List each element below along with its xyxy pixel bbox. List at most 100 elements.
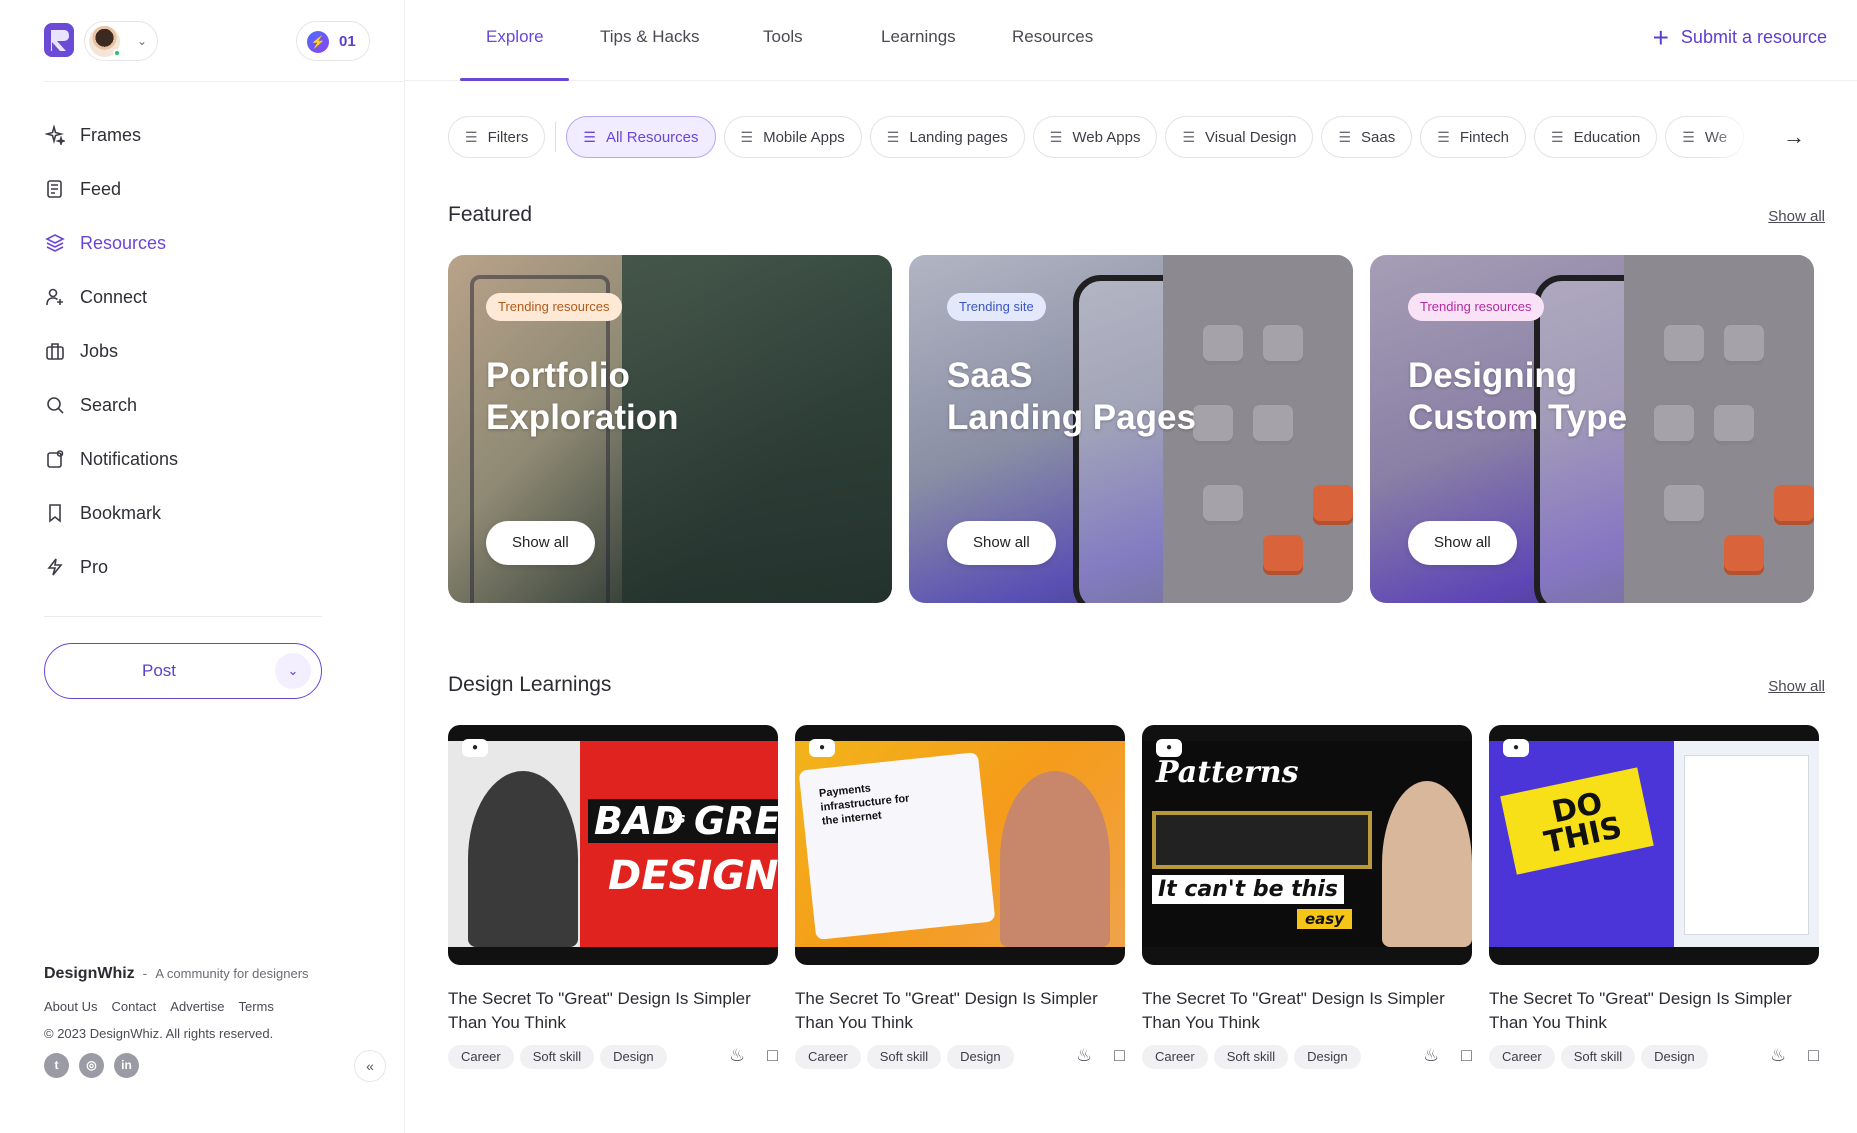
- fire-icon[interactable]: ♨: [729, 1045, 745, 1066]
- featured-card[interactable]: Trending resources Portfolio Exploration …: [448, 255, 892, 603]
- tag-career[interactable]: Career: [1142, 1045, 1208, 1069]
- sidebar: ⌄ ⚡ 01 Frames Feed Resources Connect Job…: [0, 0, 405, 1133]
- chip-label: Visual Design: [1205, 128, 1297, 146]
- chip-fintech[interactable]: ☰ Fintech: [1420, 116, 1527, 158]
- collapse-sidebar-icon[interactable]: «: [354, 1050, 386, 1082]
- card-show-all-button[interactable]: Show all: [486, 521, 595, 565]
- card-actions: ♨ □: [1076, 1045, 1125, 1066]
- featured-show-all-link[interactable]: Show all: [1768, 208, 1825, 225]
- fire-icon[interactable]: ♨: [1423, 1045, 1439, 1066]
- tag-design[interactable]: Design: [600, 1045, 667, 1069]
- sidebar-item-frames[interactable]: Frames: [44, 108, 324, 162]
- sidebar-item-feed[interactable]: Feed: [44, 162, 324, 216]
- filters-button[interactable]: ☰ Filters: [448, 116, 546, 158]
- tag-soft-skill[interactable]: Soft skill: [1213, 1045, 1289, 1069]
- video-thumbnail[interactable]: ● DO THIS: [1489, 725, 1819, 965]
- chevron-down-icon[interactable]: ⌄: [275, 653, 311, 689]
- tag-design[interactable]: Design: [1641, 1045, 1708, 1069]
- tag-soft-skill[interactable]: Soft skill: [519, 1045, 595, 1069]
- user-plus-icon: [44, 286, 66, 308]
- learning-title[interactable]: The Secret To "Great" Design Is Simpler …: [795, 987, 1125, 1035]
- video-thumbnail[interactable]: ● Payments infrastructure for the intern…: [795, 725, 1125, 965]
- twitter-icon[interactable]: t: [44, 1053, 69, 1078]
- chip-label: Mobile Apps: [763, 128, 845, 146]
- tag-career[interactable]: Career: [448, 1045, 514, 1069]
- thumbnail-grid: [1152, 811, 1372, 869]
- fire-icon[interactable]: ♨: [1770, 1045, 1786, 1066]
- instagram-icon[interactable]: ◎: [79, 1053, 104, 1078]
- thumbnail-screen: Payments infrastructure for the internet: [798, 752, 996, 940]
- social-links: t ◎ in: [44, 1053, 344, 1078]
- thumbnail-text: easy: [1297, 909, 1353, 929]
- sidebar-item-search[interactable]: Search: [44, 378, 324, 432]
- learning-title[interactable]: The Secret To "Great" Design Is Simpler …: [1489, 987, 1819, 1035]
- fire-icon[interactable]: ♨: [1076, 1045, 1092, 1066]
- sidebar-item-resources[interactable]: Resources: [44, 216, 324, 270]
- sidebar-item-pro[interactable]: Pro: [44, 540, 324, 594]
- featured-card[interactable]: Trending resources Designing Custom Type …: [1370, 255, 1814, 603]
- footer-link-advertise[interactable]: Advertise: [170, 999, 224, 1014]
- sidebar-item-connect[interactable]: Connect: [44, 270, 324, 324]
- post-button[interactable]: Post ⌄: [44, 643, 322, 699]
- sidebar-item-bookmark[interactable]: Bookmark: [44, 486, 324, 540]
- sidebar-item-jobs[interactable]: Jobs: [44, 324, 324, 378]
- profile-menu[interactable]: ⌄: [84, 21, 158, 61]
- bookmark-icon[interactable]: □: [1808, 1045, 1819, 1066]
- tab-resources[interactable]: Resources: [1012, 27, 1093, 47]
- learnings-show-all-link[interactable]: Show all: [1768, 678, 1825, 695]
- chip-education[interactable]: ☰ Education: [1534, 116, 1658, 158]
- learning-title[interactable]: The Secret To "Great" Design Is Simpler …: [1142, 987, 1472, 1035]
- bookmark-icon[interactable]: □: [1114, 1045, 1125, 1066]
- card-title-line: SaaS: [947, 356, 1033, 395]
- bookmark-icon[interactable]: □: [767, 1045, 778, 1066]
- tag-career[interactable]: Career: [795, 1045, 861, 1069]
- chip-label: Education: [1573, 128, 1641, 146]
- linkedin-icon[interactable]: in: [114, 1053, 139, 1078]
- chip-saas[interactable]: ☰ Saas: [1321, 116, 1413, 158]
- footer-link-contact[interactable]: Contact: [111, 999, 156, 1014]
- tab-tools[interactable]: Tools: [763, 27, 803, 47]
- featured-card[interactable]: Trending site SaaS Landing Pages Show all: [909, 255, 1353, 603]
- card-actions: ♨ □: [729, 1045, 778, 1066]
- tag-career[interactable]: Career: [1489, 1045, 1555, 1069]
- submit-resource-button[interactable]: + Submit a resource: [1653, 23, 1827, 51]
- card-show-all-button[interactable]: Show all: [947, 521, 1056, 565]
- learning-title[interactable]: The Secret To "Great" Design Is Simpler …: [448, 987, 778, 1035]
- key-shape: [1724, 325, 1764, 365]
- card-title-line: Portfolio: [486, 356, 630, 395]
- tag-design[interactable]: Design: [1294, 1045, 1361, 1069]
- chips-fade: [1705, 116, 1785, 160]
- thumbnail-text: Patterns: [1156, 755, 1299, 790]
- chip-web-apps[interactable]: ☰ Web Apps: [1032, 116, 1158, 158]
- bookmark-icon[interactable]: □: [1461, 1045, 1472, 1066]
- tab-tips-hacks[interactable]: Tips & Hacks: [600, 27, 700, 47]
- chip-mobile-apps[interactable]: ☰ Mobile Apps: [723, 116, 862, 158]
- video-thumbnail[interactable]: ● BAD vs GREA DESIGNER: [448, 725, 778, 965]
- sidebar-item-label: Jobs: [80, 340, 119, 361]
- credits-badge[interactable]: ⚡ 01: [296, 21, 370, 61]
- card-show-all-button[interactable]: Show all: [1408, 521, 1517, 565]
- thumbnail-text: DO THIS: [1541, 785, 1626, 861]
- logo-icon[interactable]: [44, 23, 74, 57]
- chip-visual-design[interactable]: ☰ Visual Design: [1165, 116, 1314, 158]
- thumbnail-text: GREA: [688, 799, 778, 843]
- chip-landing-pages[interactable]: ☰ Landing pages: [869, 116, 1025, 158]
- tag-soft-skill[interactable]: Soft skill: [866, 1045, 942, 1069]
- sidebar-item-label: Search: [80, 394, 138, 415]
- sidebar-item-label: Resources: [80, 232, 167, 253]
- chevron-down-icon: ⌄: [136, 34, 147, 48]
- tag-soft-skill[interactable]: Soft skill: [1560, 1045, 1636, 1069]
- tab-learnings[interactable]: Learnings: [881, 27, 956, 47]
- divider: [44, 81, 404, 82]
- tag-design[interactable]: Design: [947, 1045, 1014, 1069]
- video-thumbnail[interactable]: ● Patterns It can't be this easy: [1142, 725, 1472, 965]
- sidebar-item-notifications[interactable]: Notifications: [44, 432, 324, 486]
- footer-link-terms[interactable]: Terms: [239, 999, 274, 1014]
- footer-links: About Us Contact Advertise Terms: [44, 999, 344, 1014]
- card-title: SaaS Landing Pages: [947, 355, 1247, 439]
- chip-all-resources[interactable]: ☰ All Resources: [566, 116, 716, 158]
- layers-icon: ☰: [1182, 128, 1196, 145]
- footer-link-about[interactable]: About Us: [44, 999, 97, 1014]
- arrow-right-icon[interactable]: →: [1783, 124, 1805, 150]
- tab-explore[interactable]: Explore: [486, 27, 544, 47]
